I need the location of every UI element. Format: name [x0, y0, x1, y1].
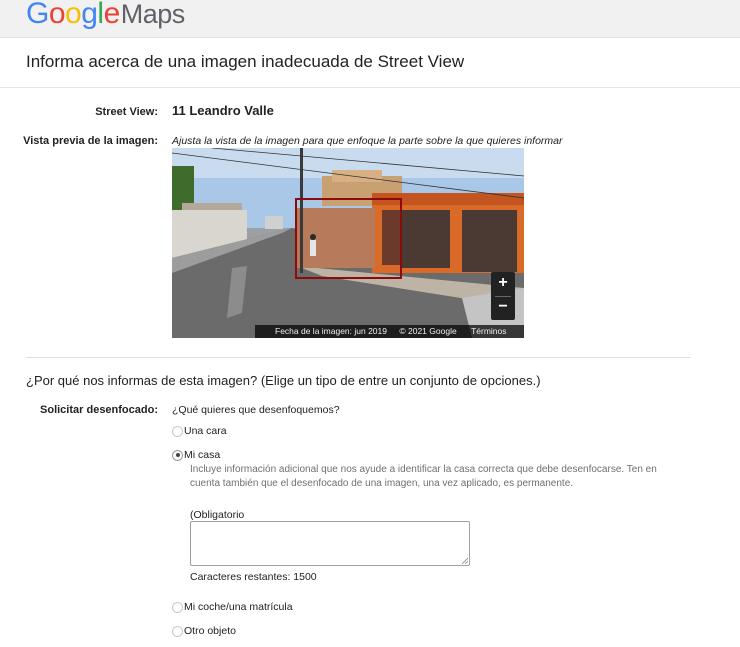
why-report-heading: ¿Por qué nos informas de esta imagen? (E…	[26, 373, 541, 388]
zoom-separator	[495, 296, 511, 297]
preview-hint: Ajusta la vista de la imagen para que en…	[172, 135, 563, 147]
blur-request-label: Solicitar desenfocado:	[40, 404, 158, 416]
option-car-plate[interactable]: Mi coche/una matrícula	[172, 601, 293, 613]
street-view-label: Street View:	[95, 106, 158, 118]
required-label: (Obligatorio	[190, 509, 245, 521]
image-date: Fecha de la imagen: jun 2019	[275, 326, 387, 336]
option-label: Mi coche/una matrícula	[184, 601, 293, 613]
option-label: Mi casa	[184, 449, 221, 461]
radio-button-selected[interactable]	[172, 449, 183, 461]
preview-label: Vista previa de la imagen:	[23, 135, 158, 147]
street-view-image[interactable]: + − Fecha de la imagen: jun 2019 © 2021 …	[172, 148, 524, 338]
logo-letter: o	[48, 0, 66, 30]
blur-question: ¿Qué quieres que desenfoquemos?	[172, 404, 340, 416]
divider	[0, 87, 740, 88]
terms-link[interactable]: Términos	[471, 325, 506, 338]
logo-product: Maps	[120, 0, 186, 29]
option-other-object[interactable]: Otro objeto	[172, 625, 236, 637]
option-label: Otro objeto	[184, 625, 236, 637]
option-my-house[interactable]: Mi casa	[172, 449, 220, 461]
street-view-address: 11 Leandro Valle	[172, 103, 274, 118]
logo-letter: e	[103, 0, 121, 30]
radio-button[interactable]	[172, 625, 183, 637]
chars-remaining: Caracteres restantes: 1500	[190, 571, 317, 583]
image-footer: Fecha de la imagen: jun 2019 © 2021 Goog…	[255, 325, 524, 338]
google-maps-logo[interactable]: GoogleMaps	[26, 0, 185, 34]
resize-grip-icon[interactable]	[462, 558, 468, 564]
house-details-textarea[interactable]	[190, 521, 470, 566]
blur-focus-box[interactable]	[295, 198, 402, 279]
logo-letter: o	[65, 0, 82, 30]
zoom-control: + −	[491, 272, 515, 320]
top-bar: GoogleMaps	[0, 0, 740, 38]
option-face[interactable]: Una cara	[172, 425, 227, 437]
help-text: Incluye información adicional que nos ay…	[190, 464, 657, 489]
zoom-out-button[interactable]: −	[491, 296, 515, 320]
logo-letter: G	[26, 0, 49, 30]
option-label: Una cara	[184, 425, 227, 437]
radio-button[interactable]	[172, 601, 183, 613]
divider	[26, 357, 691, 358]
page-title: Informa acerca de una imagen inadecuada …	[26, 52, 465, 71]
radio-button[interactable]	[172, 425, 183, 437]
logo-letter: g	[81, 0, 98, 30]
zoom-in-button[interactable]: +	[491, 272, 515, 296]
copyright: © 2021 Google	[399, 326, 457, 336]
